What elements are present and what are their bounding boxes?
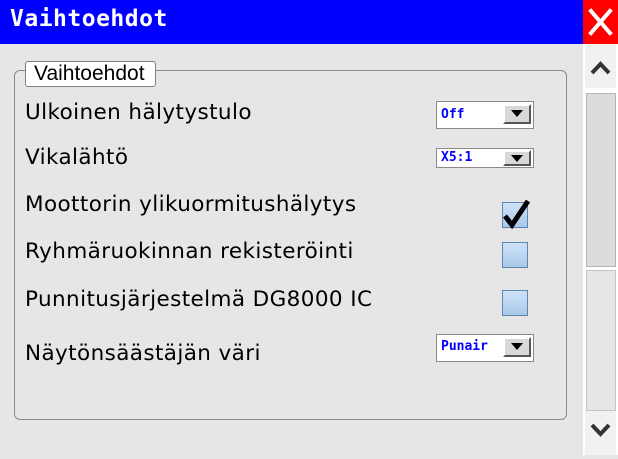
window-title: Vaihtoehdot (10, 6, 168, 32)
scroll-down-button[interactable] (585, 411, 616, 455)
motor-overload-label: Moottorin ylikuormitushälytys (25, 192, 357, 217)
external-alarm-dropdown[interactable]: Off (436, 101, 534, 129)
group-feeding-label: Ryhmäruokinnan rekisteröinti (25, 239, 354, 264)
motor-overload-checkbox[interactable] (502, 199, 531, 230)
group-feeding-checkbox[interactable] (502, 242, 528, 268)
weighing-system-checkbox[interactable] (502, 290, 528, 316)
fault-output-dropdown-button[interactable] (503, 150, 531, 166)
close-icon (588, 8, 613, 36)
scroll-track[interactable] (586, 270, 616, 411)
fault-output-dropdown[interactable]: X5:1 (436, 148, 534, 168)
checkmark-icon (503, 199, 531, 230)
screensaver-color-dropdown-button[interactable] (503, 337, 531, 357)
triangle-down-icon (511, 155, 523, 162)
scroll-thumb[interactable] (586, 93, 616, 267)
external-alarm-value: Off (441, 107, 465, 122)
fault-output-value: X5:1 (441, 150, 473, 165)
vertical-scrollbar[interactable] (583, 44, 618, 455)
fault-output-label: Vikalähtö (25, 145, 129, 170)
screensaver-color-label: Näytönsäästäjän väri (25, 341, 261, 366)
chevron-up-icon (590, 61, 611, 75)
weighing-system-label: Punnitusjärjestelmä DG8000 IC (25, 287, 373, 312)
external-alarm-label: Ulkoinen hälytystulo (25, 100, 252, 125)
title-bar: Vaihtoehdot (0, 0, 618, 44)
options-panel: Vaihtoehdot Ulkoinen hälytystulo Off Vik… (0, 44, 583, 455)
scroll-up-button[interactable] (585, 44, 616, 88)
triangle-down-icon (511, 110, 523, 117)
screensaver-color-value: Punair (441, 339, 488, 354)
chevron-down-icon (590, 423, 611, 437)
triangle-down-icon (511, 343, 523, 350)
external-alarm-dropdown-button[interactable] (503, 104, 531, 124)
close-button[interactable] (583, 0, 618, 44)
screensaver-color-dropdown[interactable]: Punair (436, 334, 534, 362)
group-title: Vaihtoehdot (25, 61, 156, 87)
